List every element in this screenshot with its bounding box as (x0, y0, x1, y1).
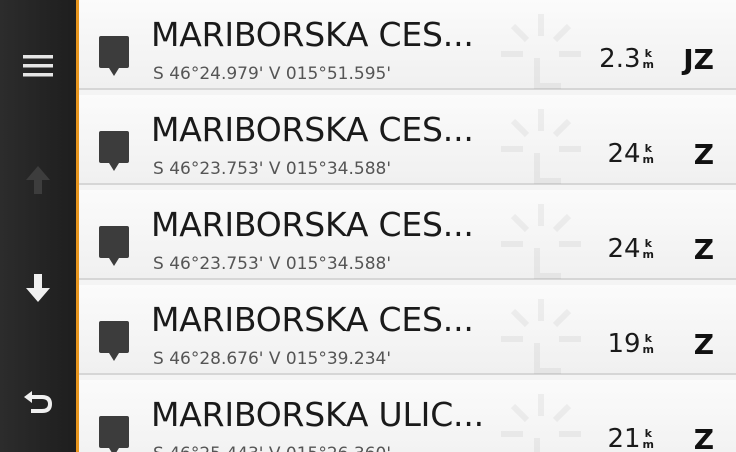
result-name: MARIBORSKA CES... (151, 15, 474, 54)
distance-value: 21 (607, 424, 641, 452)
result-row[interactable]: MARIBORSKA CES... S 46°24.979' V 015°51.… (79, 0, 736, 90)
distance-value: 24 (607, 139, 641, 169)
distance-unit-bottom: m (642, 438, 654, 451)
distance-unit-bottom: m (642, 343, 654, 356)
result-name: MARIBORSKA CES... (151, 205, 474, 244)
arrow-down-icon (26, 274, 50, 302)
result-coordinates: S 46°23.753' V 015°34.588' (153, 159, 392, 179)
search-results-screen: MARIBORSKA CES... S 46°24.979' V 015°51.… (0, 0, 736, 452)
result-name: MARIBORSKA CES... (151, 110, 474, 149)
scroll-up-button[interactable] (0, 150, 76, 210)
result-direction: Z (693, 423, 714, 452)
distance-unit: k m (643, 44, 654, 70)
crossroads-watermark-icon (501, 299, 581, 374)
result-distance: 2.3 k m (599, 44, 654, 74)
result-distance: 21 k m (607, 424, 654, 452)
result-distance: 24 k m (607, 234, 654, 264)
crossroads-watermark-icon (501, 109, 581, 184)
location-pin-icon (99, 321, 129, 361)
result-coordinates: S 46°23.753' V 015°34.588' (153, 254, 392, 274)
result-row[interactable]: MARIBORSKA CES... S 46°23.753' V 015°34.… (79, 95, 736, 185)
result-direction: Z (693, 138, 714, 171)
distance-unit: k m (643, 424, 654, 450)
result-distance: 24 k m (607, 139, 654, 169)
results-list: MARIBORSKA CES... S 46°24.979' V 015°51.… (79, 0, 736, 452)
scroll-down-button[interactable] (0, 258, 76, 318)
result-distance: 19 k m (607, 329, 654, 359)
distance-unit-bottom: m (642, 58, 654, 71)
distance-unit: k m (643, 139, 654, 165)
distance-value: 24 (607, 234, 641, 264)
location-pin-icon (99, 226, 129, 266)
distance-value: 19 (607, 329, 641, 359)
distance-unit-bottom: m (642, 248, 654, 261)
arrow-up-icon (26, 166, 50, 194)
distance-value: 2.3 (599, 44, 641, 74)
location-pin-icon (99, 131, 129, 171)
menu-icon (23, 55, 53, 77)
result-name: MARIBORSKA CES... (151, 300, 474, 339)
result-name: MARIBORSKA ULIC... (151, 395, 484, 434)
sidebar (0, 0, 76, 452)
result-coordinates: S 46°24.979' V 015°51.595' (153, 64, 392, 84)
result-direction: Z (693, 328, 714, 361)
result-direction: Z (693, 233, 714, 266)
crossroads-watermark-icon (501, 204, 581, 279)
crossroads-watermark-icon (501, 394, 581, 452)
menu-button[interactable] (0, 36, 76, 96)
location-pin-icon (99, 416, 129, 452)
distance-unit-bottom: m (642, 153, 654, 166)
distance-unit: k m (643, 329, 654, 355)
result-row[interactable]: MARIBORSKA CES... S 46°28.676' V 015°39.… (79, 285, 736, 375)
result-coordinates: S 46°28.676' V 015°39.234' (153, 349, 392, 369)
result-direction: JZ (683, 43, 714, 76)
result-coordinates: S 46°25.443' V 015°26.360' (153, 444, 391, 452)
result-row[interactable]: MARIBORSKA CES... S 46°23.753' V 015°34.… (79, 190, 736, 280)
back-icon (24, 391, 53, 413)
result-row[interactable]: MARIBORSKA ULIC... S 46°25.443' V 015°26… (79, 380, 736, 452)
location-pin-icon (99, 36, 129, 76)
crossroads-watermark-icon (501, 14, 581, 89)
back-button[interactable] (0, 370, 76, 430)
distance-unit: k m (643, 234, 654, 260)
